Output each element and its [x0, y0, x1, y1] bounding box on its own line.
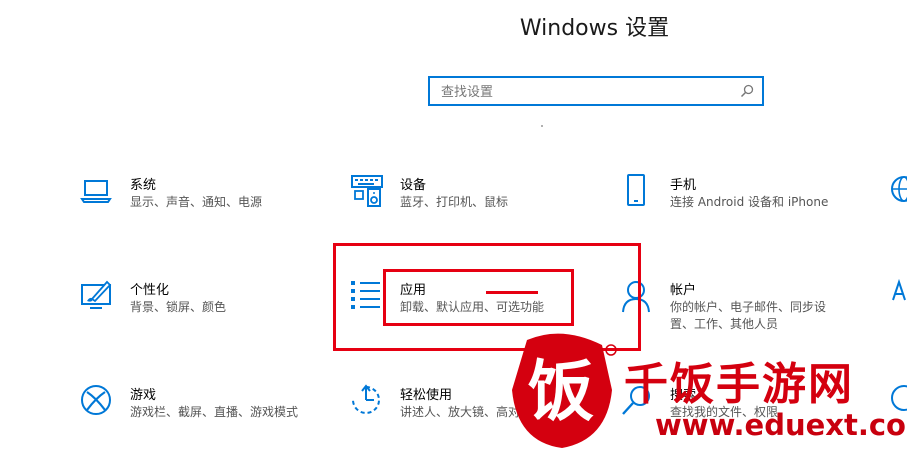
xbox-icon [81, 385, 111, 415]
tile-gaming[interactable]: 游戏 游戏栏、截屏、直播、游戏模式 [80, 384, 340, 444]
tile-phone-name: 手机 [670, 178, 697, 193]
keyboard-speaker-icon [351, 175, 383, 207]
paint-monitor-icon [81, 280, 112, 309]
tile-system[interactable]: 系统 显示、声音、通知、电源 [80, 174, 340, 234]
tile-personalization-desc: 背景、锁屏、颜色 [130, 300, 227, 314]
globe-icon[interactable] [888, 175, 907, 203]
page-title: Windows 设置 [519, 16, 670, 41]
tile-accounts-desc: 你的帐户、电子邮件、同步设 置、工作、其他人员 [670, 300, 827, 331]
tile-system-name: 系统 [130, 178, 157, 193]
search-box[interactable] [428, 76, 764, 106]
watermark: 饭 千饭手游网 www.eduext.com [507, 330, 907, 451]
tile-devices-desc: 蓝牙、打印机、鼠标 [400, 195, 509, 209]
highlight-underline [486, 291, 538, 294]
tile-phone-desc: 连接 Android 设备和 iPhone [670, 195, 829, 209]
search-input[interactable] [439, 78, 743, 106]
highlight-box-inner [383, 269, 574, 326]
tile-devices[interactable]: 设备 蓝牙、打印机、鼠标 [350, 174, 610, 234]
decorative-dot [541, 125, 543, 127]
tile-personalization-name: 个性化 [130, 283, 170, 298]
tile-personalization[interactable]: 个性化 背景、锁屏、颜色 [80, 279, 340, 339]
ease-of-access-icon [352, 384, 380, 414]
search-icon[interactable] [740, 84, 754, 98]
tile-gaming-name: 游戏 [130, 388, 157, 403]
tile-devices-name: 设备 [400, 178, 427, 193]
laptop-icon [80, 180, 112, 203]
tile-gaming-desc: 游戏栏、截屏、直播、游戏模式 [130, 405, 299, 419]
tile-accounts-name: 帐户 [670, 283, 697, 298]
watermark-logo: 饭 [512, 333, 617, 448]
watermark-name: 千饭手游网 [624, 359, 854, 410]
tile-ease-of-access-name: 轻松使用 [400, 388, 453, 403]
watermark-logo-char: 饭 [528, 353, 594, 430]
tile-phone[interactable]: 手机 连接 Android 设备和 iPhone [620, 174, 880, 234]
phone-icon [627, 174, 645, 206]
watermark-url: www.eduext.com [655, 408, 907, 442]
language-icon[interactable] [888, 278, 907, 306]
tile-system-desc: 显示、声音、通知、电源 [130, 195, 263, 209]
